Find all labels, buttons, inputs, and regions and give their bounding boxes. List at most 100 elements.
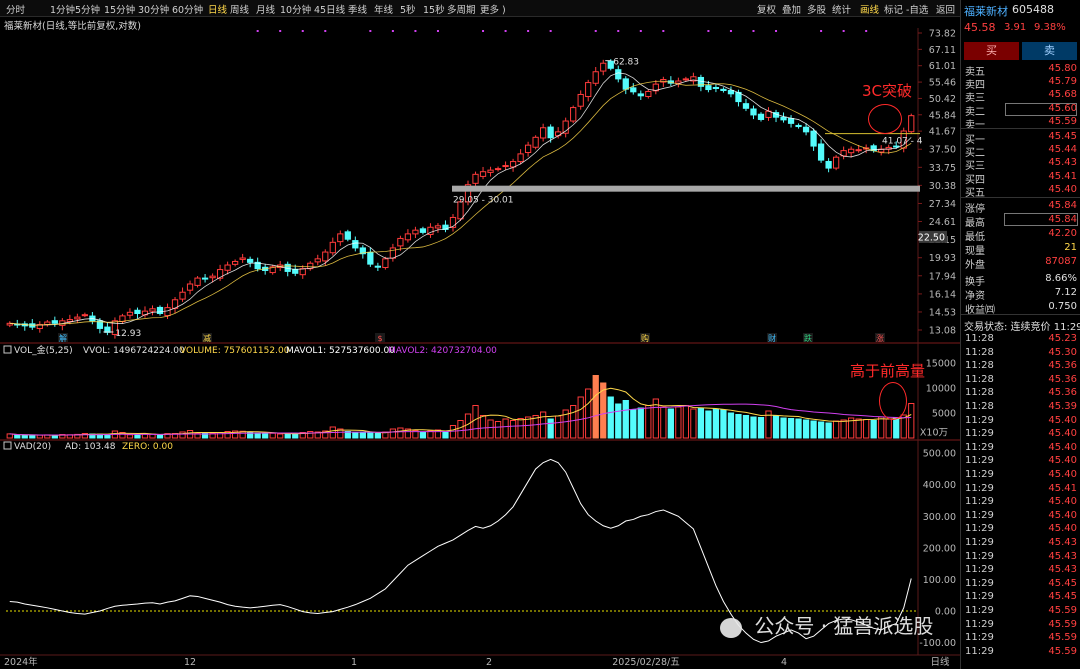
vol-bar: [524, 416, 532, 439]
vol-bar: [29, 435, 36, 439]
ask-price: 45.59: [1048, 115, 1077, 127]
vol-bar: [577, 396, 584, 439]
candle: [908, 115, 915, 133]
tick-row: 11:29 45.40: [961, 496, 1080, 509]
watermark-text: 公众号 · 猛兽派选股: [754, 614, 934, 638]
breakout-annotation: 3C突破: [862, 82, 913, 100]
resistance-label: 41.07 - 4: [882, 137, 923, 147]
vol-bar: [367, 432, 374, 439]
vol-bar: [262, 433, 269, 439]
candle: [322, 251, 329, 262]
stat-label: 现量: [965, 246, 985, 257]
vol-bar: [592, 375, 599, 439]
signal-dot: [482, 30, 485, 32]
vol-bar: [487, 419, 494, 439]
stat-label: 外盘: [965, 260, 985, 271]
vol-bar: [269, 432, 276, 439]
stat-row: 换手 8.66%: [961, 273, 1080, 288]
tick-row: 11:29 45.59: [961, 619, 1080, 632]
signal-dot: [324, 30, 327, 32]
stat-label: 最高: [965, 218, 985, 229]
vol-bar: [134, 434, 141, 439]
candle: [712, 86, 720, 89]
candle: [329, 241, 336, 254]
vol-bar: [645, 405, 652, 439]
stat-label: 净资: [965, 291, 985, 302]
vol-bar: [757, 417, 765, 439]
vol-bar: [156, 434, 164, 439]
vol-legend: MAVOL2: 420732704.00: [388, 346, 497, 356]
tick-price: 45.39: [1048, 401, 1077, 412]
tick-time: 11:28: [965, 387, 994, 399]
vol-bar: [878, 416, 885, 439]
candle: [404, 233, 412, 241]
candle: [682, 78, 690, 81]
ask-input-box[interactable]: [1005, 103, 1077, 116]
candle: [397, 237, 404, 247]
price-tick-label: 30.38: [929, 181, 956, 192]
candle: [344, 231, 351, 240]
vol-legend: VOLUME: 757601152.00: [180, 346, 290, 356]
candle: [224, 264, 231, 271]
ask-row: 卖一 45.59: [961, 115, 1080, 131]
stat-value: 0.750: [1048, 301, 1077, 312]
tick-time: 11:28: [965, 360, 994, 372]
candle: [750, 108, 757, 116]
tick-price: 45.36: [1048, 373, 1077, 385]
divider: [961, 128, 1080, 129]
vol-bar: [817, 421, 825, 439]
candle: [367, 251, 374, 265]
price-tick-label: 45.84: [929, 110, 956, 121]
vol-bar: [802, 419, 810, 439]
tick-row: 11:29 45.40: [961, 455, 1080, 468]
candle: [517, 153, 524, 163]
signal-dot: [436, 30, 439, 32]
candle: [472, 173, 479, 184]
candle: [637, 93, 644, 97]
candle: [502, 165, 509, 168]
tick-row: 11:28 45.30: [961, 347, 1080, 360]
vol-bar: [352, 432, 359, 439]
vol-bar: [630, 409, 637, 439]
candle: [247, 258, 254, 263]
tick-price: 45.43: [1048, 550, 1077, 562]
vol-tick-label: 5000: [932, 409, 956, 420]
candle: [412, 229, 419, 235]
tick-row: 11:28 45.36: [961, 360, 1080, 373]
bid-row: 买二 45.44: [961, 144, 1080, 159]
x-axis-label: 日线: [930, 656, 950, 668]
candle: [201, 277, 209, 280]
vol-bar: [307, 431, 314, 439]
tick-price: 45.43: [1048, 537, 1077, 548]
sell-button[interactable]: 卖: [1022, 42, 1077, 60]
vol-bar: [727, 412, 735, 439]
tick-time: 11:29: [965, 550, 994, 562]
candle: [780, 116, 787, 121]
buy-button[interactable]: 买: [964, 42, 1019, 60]
tick-time: 11:29: [965, 428, 994, 440]
x-axis-label: 4: [781, 657, 787, 668]
candle: [292, 268, 299, 274]
vad-tick-label: 400.00: [923, 480, 956, 491]
price-change: 3.91: [1004, 22, 1027, 33]
event-marker: 解: [59, 333, 67, 343]
quote-panel: 福莱新材 605488 45.58 3.91 9.38% 买卖卖五 45.80 卖四 45.79…: [960, 0, 1080, 669]
candle: [600, 62, 607, 72]
tick-price: 45.36: [1048, 387, 1077, 399]
signal-dot: [820, 30, 823, 32]
high-price-box[interactable]: [1004, 213, 1078, 226]
candle: [645, 90, 652, 97]
candle: [855, 149, 862, 152]
tick-row: 11:29 45.45: [961, 578, 1080, 591]
candle: [231, 260, 239, 265]
signal-dot: [504, 30, 507, 32]
vol-bar: [870, 420, 877, 439]
signal-dot: [527, 30, 530, 32]
vol-bar: [615, 403, 622, 439]
vol-bar: [397, 427, 404, 439]
vol-bar: [622, 400, 629, 439]
candle: [577, 93, 584, 107]
tick-time: 11:29: [965, 537, 994, 548]
vol-bar: [494, 421, 502, 439]
tick-price: 45.45: [1048, 591, 1077, 603]
